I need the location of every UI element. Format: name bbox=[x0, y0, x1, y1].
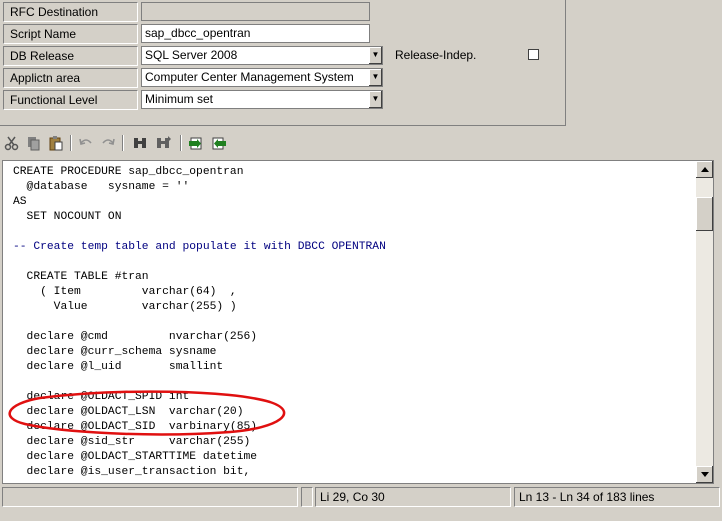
editor-toolbar bbox=[0, 131, 722, 157]
code-line[interactable]: declare @OLDACT_SID varbinary(85) bbox=[13, 420, 386, 435]
undo-icon[interactable] bbox=[77, 134, 95, 152]
application-area-select[interactable]: Computer Center Management System ▼ bbox=[141, 68, 383, 87]
cut-icon[interactable] bbox=[3, 134, 21, 152]
chevron-down-icon[interactable]: ▼ bbox=[368, 69, 382, 86]
code-line[interactable]: declare @cmd nvarchar(256) bbox=[13, 330, 386, 345]
copy-icon[interactable] bbox=[25, 134, 43, 152]
toolbar-separator bbox=[180, 135, 182, 151]
code-line[interactable]: declare @is_user_transaction bit, bbox=[13, 465, 386, 480]
db-release-select[interactable]: SQL Server 2008 ▼ bbox=[141, 46, 383, 65]
line-range: Ln 13 - Ln 34 of 183 lines bbox=[514, 487, 720, 507]
code-line[interactable]: declare @curr_schema sysname bbox=[13, 345, 386, 360]
code-line[interactable] bbox=[13, 225, 386, 240]
code-editor[interactable]: CREATE PROCEDURE sap_dbcc_opentran @data… bbox=[2, 160, 714, 484]
application-area-value: Computer Center Management System bbox=[145, 70, 354, 84]
code-line[interactable]: declare @OLDACT_LSN varchar(20) bbox=[13, 405, 386, 420]
status-indicator bbox=[301, 487, 313, 507]
code-line[interactable]: CREATE PROCEDURE sap_dbcc_opentran bbox=[13, 165, 386, 180]
chevron-down-icon[interactable]: ▼ bbox=[368, 47, 382, 64]
db-release-value: SQL Server 2008 bbox=[145, 48, 238, 62]
status-bar: Li 29, Co 30 Ln 13 - Ln 34 of 183 lines bbox=[0, 487, 722, 509]
rfc-destination-field bbox=[141, 2, 370, 21]
code-line[interactable]: AS bbox=[13, 195, 386, 210]
code-line[interactable]: declare @OLDACT_STARTTIME datetime bbox=[13, 450, 386, 465]
header-form: RFC Destination Script Name sap_dbcc_ope… bbox=[0, 0, 566, 126]
paste-icon[interactable] bbox=[47, 134, 65, 152]
script-name-label: Script Name bbox=[3, 24, 138, 44]
code-line[interactable] bbox=[13, 315, 386, 330]
toolbar-separator bbox=[122, 135, 124, 151]
find-next-icon[interactable] bbox=[155, 134, 173, 152]
functional-level-label: Functional Level bbox=[3, 90, 138, 110]
release-indep-label: Release-Indep. bbox=[395, 48, 477, 62]
cursor-position: Li 29, Co 30 bbox=[315, 487, 511, 507]
rfc-destination-label: RFC Destination bbox=[3, 2, 138, 22]
code-line[interactable]: declare @sid_str varchar(255) bbox=[13, 435, 386, 450]
code-line[interactable]: declare @OLDACT_SPID int bbox=[13, 390, 386, 405]
code-line[interactable]: CREATE TABLE #tran bbox=[13, 270, 386, 285]
find-icon[interactable] bbox=[131, 134, 149, 152]
script-name-field[interactable]: sap_dbcc_opentran bbox=[141, 24, 370, 43]
code-line[interactable]: @database sysname = '' bbox=[13, 180, 386, 195]
code-line[interactable]: SET NOCOUNT ON bbox=[13, 210, 386, 225]
scroll-down-icon[interactable] bbox=[696, 466, 713, 483]
chevron-down-icon[interactable]: ▼ bbox=[368, 91, 382, 108]
code-line[interactable] bbox=[13, 255, 386, 270]
scroll-up-icon[interactable] bbox=[696, 161, 713, 178]
download-icon[interactable] bbox=[210, 134, 228, 152]
code-line[interactable]: -- Create temp table and populate it wit… bbox=[13, 240, 386, 255]
functional-level-select[interactable]: Minimum set ▼ bbox=[141, 90, 383, 109]
db-release-label: DB Release bbox=[3, 46, 138, 66]
code-line[interactable]: ( Item varchar(64) , bbox=[13, 285, 386, 300]
toolbar-separator bbox=[70, 135, 72, 151]
redo-icon[interactable] bbox=[99, 134, 117, 152]
release-indep-checkbox[interactable] bbox=[528, 49, 539, 60]
status-message bbox=[2, 487, 298, 507]
upload-icon[interactable] bbox=[187, 134, 205, 152]
code-line[interactable] bbox=[13, 375, 386, 390]
code-text[interactable]: CREATE PROCEDURE sap_dbcc_opentran @data… bbox=[13, 165, 386, 480]
vertical-scrollbar[interactable] bbox=[696, 161, 713, 483]
functional-level-value: Minimum set bbox=[145, 92, 214, 106]
code-line[interactable]: Value varchar(255) ) bbox=[13, 300, 386, 315]
scrollbar-thumb[interactable] bbox=[696, 197, 713, 231]
code-line[interactable]: declare @l_uid smallint bbox=[13, 360, 386, 375]
application-area-label: Applictn area bbox=[3, 68, 138, 88]
form-divider bbox=[565, 0, 566, 126]
form-divider bbox=[0, 125, 566, 126]
